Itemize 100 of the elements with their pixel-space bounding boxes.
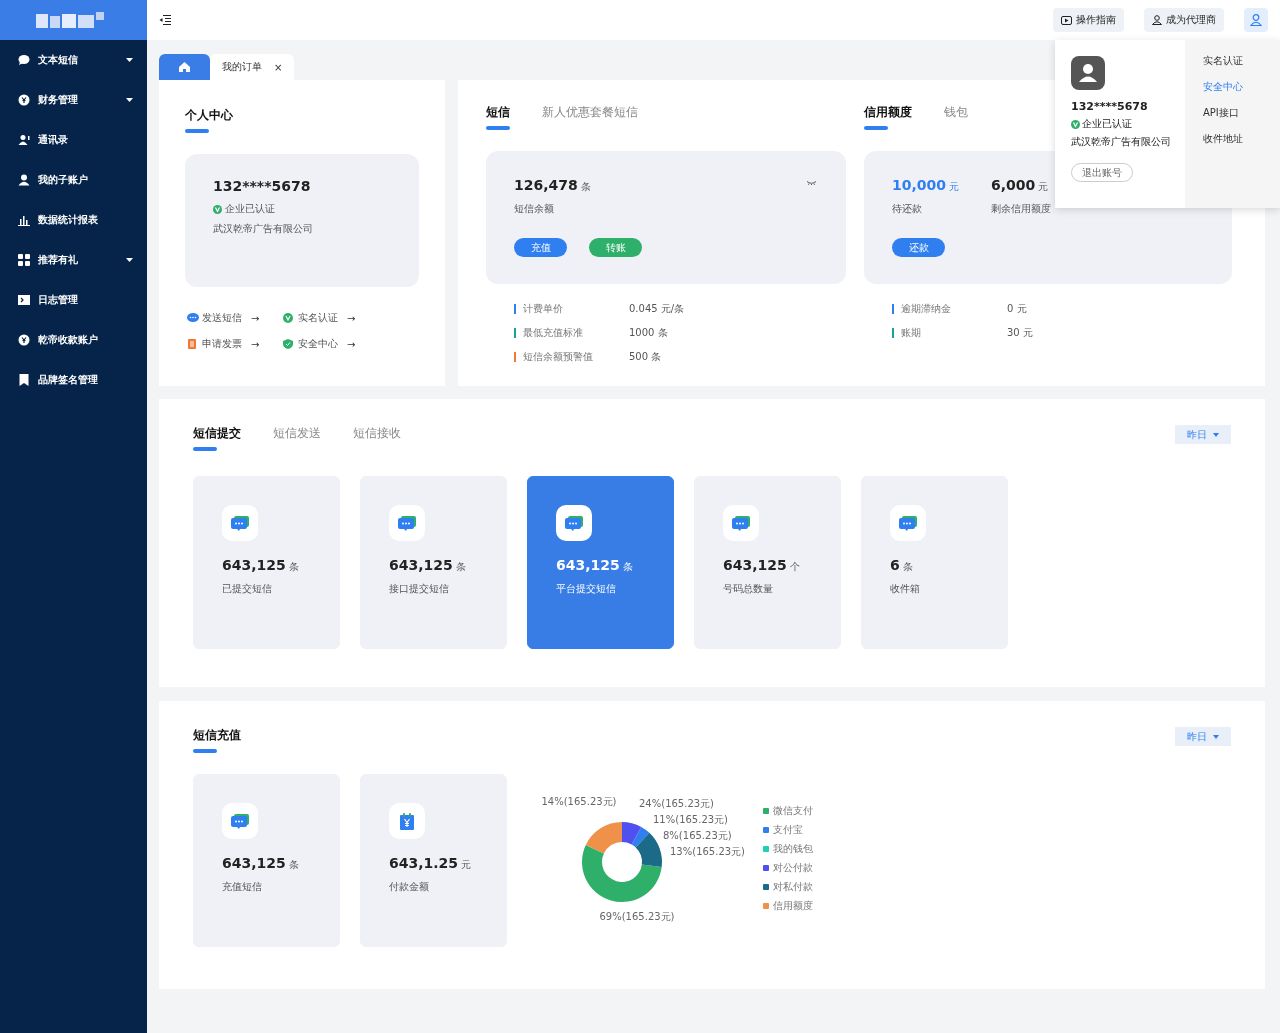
user-icon (1152, 15, 1162, 25)
menu-item[interactable]: API接口 (1203, 106, 1262, 120)
legend-label: 对私付款 (773, 880, 813, 894)
stat-card[interactable]: 643,1.25 元 付款金额 (360, 774, 507, 947)
page-tab[interactable] (159, 54, 210, 80)
tab[interactable]: 钱包 (944, 104, 968, 127)
message-icon (398, 515, 416, 531)
stat-value: 643,125 条 (556, 557, 633, 574)
section-title: 个人中心 (185, 107, 233, 130)
tab[interactable]: 短信接收 (353, 425, 401, 448)
stat-card[interactable]: 643,125 条 充值短信 (193, 774, 340, 947)
quick-link[interactable]: 安全中心 → (283, 337, 379, 351)
stat-value: 643,125 条 (222, 557, 299, 574)
contacts-icon (18, 134, 30, 146)
sidebar-item[interactable]: 乾帝收款账户 (0, 320, 147, 360)
stat-card[interactable]: 643,125 条 已提交短信 (193, 476, 340, 649)
credit-value: 6,000 元 (991, 177, 1049, 194)
sidebar-item[interactable]: 我的子账户 (0, 160, 147, 200)
detail-value: 30 元 (1007, 326, 1033, 340)
stat-caption: 收件箱 (890, 582, 921, 596)
tab[interactable]: 短信 (486, 104, 510, 127)
legend-label: 我的钱包 (773, 842, 813, 856)
quick-link[interactable]: 发送短信 → (187, 311, 283, 325)
section-title: 短信充值 (193, 727, 241, 750)
tab[interactable]: 新人优惠套餐短信 (542, 104, 638, 127)
home-icon (179, 62, 190, 72)
detail-label: 短信余额预警值 (523, 350, 594, 364)
menu-item[interactable]: 收件地址 (1203, 132, 1262, 146)
video-icon (1061, 15, 1072, 25)
yen-icon (18, 334, 30, 346)
close-icon[interactable]: × (274, 61, 283, 73)
tab[interactable]: 短信提交 (193, 425, 241, 448)
sidebar-item[interactable]: 数据统计报表 (0, 200, 147, 240)
stat-value: 643,125 条 (389, 557, 466, 574)
page-tab[interactable]: 我的订单 × (210, 54, 295, 80)
repay-button[interactable]: 还款 (892, 238, 945, 257)
user-icon (18, 174, 30, 186)
slice-label: 24%(165.23元) (639, 798, 715, 809)
tab[interactable]: 信用额度 (864, 104, 912, 127)
menu-item[interactable]: 实名认证 (1203, 54, 1262, 68)
yen-calendar-icon (400, 812, 414, 830)
phone-number: 132****5678 (213, 178, 312, 194)
caret-icon (1213, 734, 1219, 739)
account-button[interactable] (1244, 8, 1268, 32)
stat-caption: 平台提交短信 (556, 582, 617, 596)
balance-value: 126,478 条 (514, 177, 591, 194)
eye-closed-icon[interactable] (807, 181, 816, 185)
detail-label: 最低充值标准 (523, 326, 584, 340)
menu-item[interactable]: 安全中心 (1203, 80, 1262, 94)
slice-label: 14%(165.23元) (541, 796, 617, 807)
verified-label: 企业已认证 (1071, 117, 1175, 131)
stat-caption: 付款金额 (389, 880, 430, 894)
company-name: 武汉乾帝广告有限公司 (1071, 135, 1172, 149)
sidebar-item[interactable]: 日志管理 (0, 280, 147, 320)
stat-card[interactable]: 643,125 条 平台提交短信 (527, 476, 674, 649)
slice-label: 69%(165.23元) (599, 911, 675, 922)
stat-card[interactable]: 643,125 个 号码总数量 (694, 476, 841, 649)
quick-link[interactable]: 实名认证 → (283, 311, 379, 325)
slice-label: 11%(165.23元) (653, 814, 729, 825)
header-button[interactable]: 操作指南 (1053, 8, 1124, 32)
detail-value: 0.045 元/条 (629, 302, 685, 316)
sidebar-item[interactable]: 文本短信 (0, 40, 147, 80)
stat-caption: 充值短信 (222, 880, 263, 894)
sidebar-item[interactable]: 财务管理 (0, 80, 147, 120)
tab[interactable]: 短信发送 (273, 425, 321, 448)
balance-caption: 短信余额 (514, 202, 555, 216)
stat-card[interactable]: 6 条 收件箱 (861, 476, 1008, 649)
stat-value: 6 条 (890, 557, 913, 574)
stat-caption: 已提交短信 (222, 582, 273, 596)
verified-label: 企业已认证 (213, 202, 391, 216)
legend-label: 对公付款 (773, 861, 813, 875)
message-icon (231, 515, 249, 531)
logout-button[interactable]: 退出账号 (1071, 163, 1133, 182)
stat-value: 643,125 条 (222, 855, 299, 872)
message-icon (899, 515, 917, 531)
header-button[interactable]: 成为代理商 (1144, 8, 1224, 32)
sidebar-item[interactable]: 通讯录 (0, 120, 147, 160)
chat-bubble-icon (187, 313, 199, 323)
shield-icon (283, 339, 295, 349)
caret-icon (1213, 432, 1219, 437)
sidebar-item[interactable]: 推荐有礼 (0, 240, 147, 280)
message-icon (231, 813, 249, 829)
stat-caption: 接口提交短信 (389, 582, 450, 596)
sidebar-item[interactable]: 品牌签名管理 (0, 360, 147, 400)
legend-label: 信用额度 (773, 899, 813, 913)
action-button[interactable]: 充值 (514, 238, 567, 257)
yen-icon (18, 94, 30, 106)
quick-link[interactable]: 申请发票 → (187, 337, 283, 351)
detail-value: 0 元 (1007, 302, 1027, 316)
date-filter[interactable]: 昨日 (1175, 727, 1231, 746)
stat-card[interactable]: 643,125 条 接口提交短信 (360, 476, 507, 649)
slice-label: 8%(165.23元) (663, 830, 732, 841)
verified-badge-icon (213, 204, 222, 214)
detail-value: 1000 条 (629, 326, 668, 340)
menu-collapse-icon[interactable] (159, 15, 171, 25)
grid-icon (18, 254, 30, 266)
detail-value: 500 条 (629, 350, 662, 364)
date-filter[interactable]: 昨日 (1175, 425, 1231, 444)
message-icon (732, 515, 750, 531)
stat-caption: 号码总数量 (723, 582, 774, 596)
